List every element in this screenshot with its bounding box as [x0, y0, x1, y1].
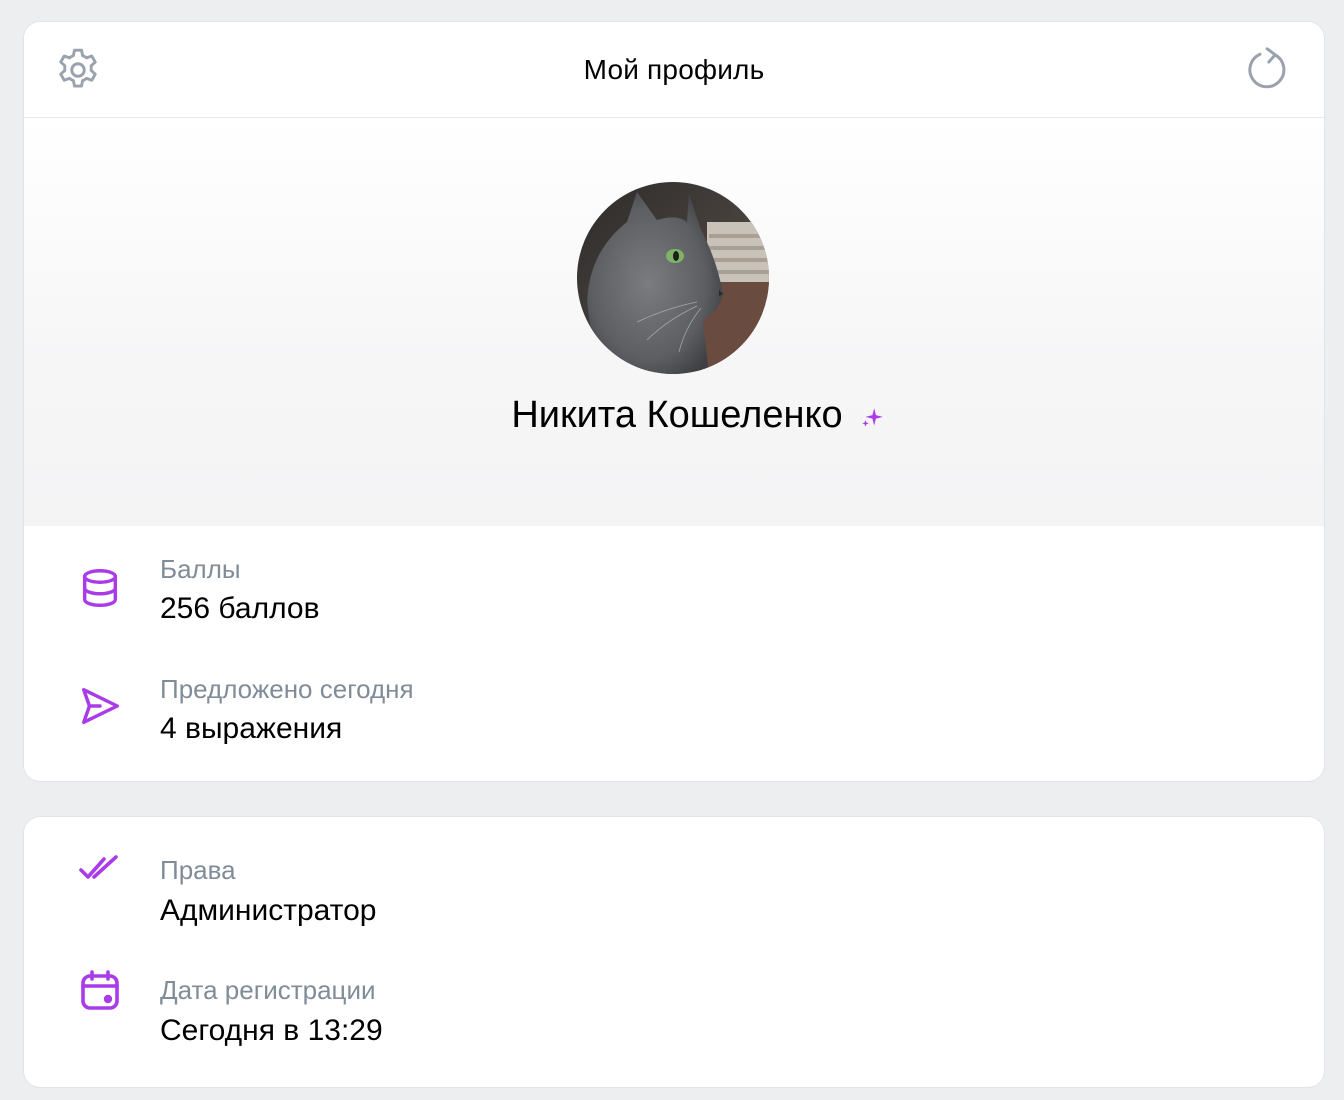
send-icon [76, 682, 124, 730]
gear-icon [59, 48, 97, 88]
avatar-image [577, 182, 769, 374]
rights-label: Права [160, 855, 236, 885]
header: Мой профиль [24, 22, 1324, 118]
proposed-today-row: Предложено сегодня 4 выражения [24, 646, 1324, 766]
profile-card: Мой профиль Никита Кошеленко Баллы 256 б… [24, 22, 1324, 781]
settings-button[interactable] [52, 44, 104, 96]
double-check-icon [76, 845, 124, 893]
rights-row: Права Администратор [24, 817, 1324, 937]
refresh-icon [1248, 47, 1286, 89]
calendar-icon [76, 967, 124, 1015]
points-row: Баллы 256 баллов [24, 526, 1324, 646]
details-card: Права Администратор Дата регистрации Сег… [24, 817, 1324, 1087]
name-row: Никита Кошеленко [24, 394, 1324, 437]
coins-stack-icon [76, 564, 124, 612]
registration-date-row: Дата регистрации Сегодня в 13:29 [24, 937, 1324, 1057]
registration-date-value: Сегодня в 13:29 [160, 1014, 383, 1047]
profile-hero: Никита Кошеленко [24, 118, 1324, 526]
points-label: Баллы [160, 554, 241, 584]
user-name: Никита Кошеленко [511, 394, 843, 436]
sparkle-icon [861, 407, 883, 427]
refresh-button[interactable] [1242, 44, 1294, 96]
registration-date-label: Дата регистрации [160, 975, 376, 1005]
page-title: Мой профиль [583, 53, 765, 85]
rights-value: Администратор [160, 894, 377, 927]
avatar[interactable] [577, 182, 769, 374]
proposed-today-value: 4 выражения [160, 712, 343, 745]
points-value: 256 баллов [160, 592, 320, 625]
proposed-today-label: Предложено сегодня [160, 674, 414, 704]
